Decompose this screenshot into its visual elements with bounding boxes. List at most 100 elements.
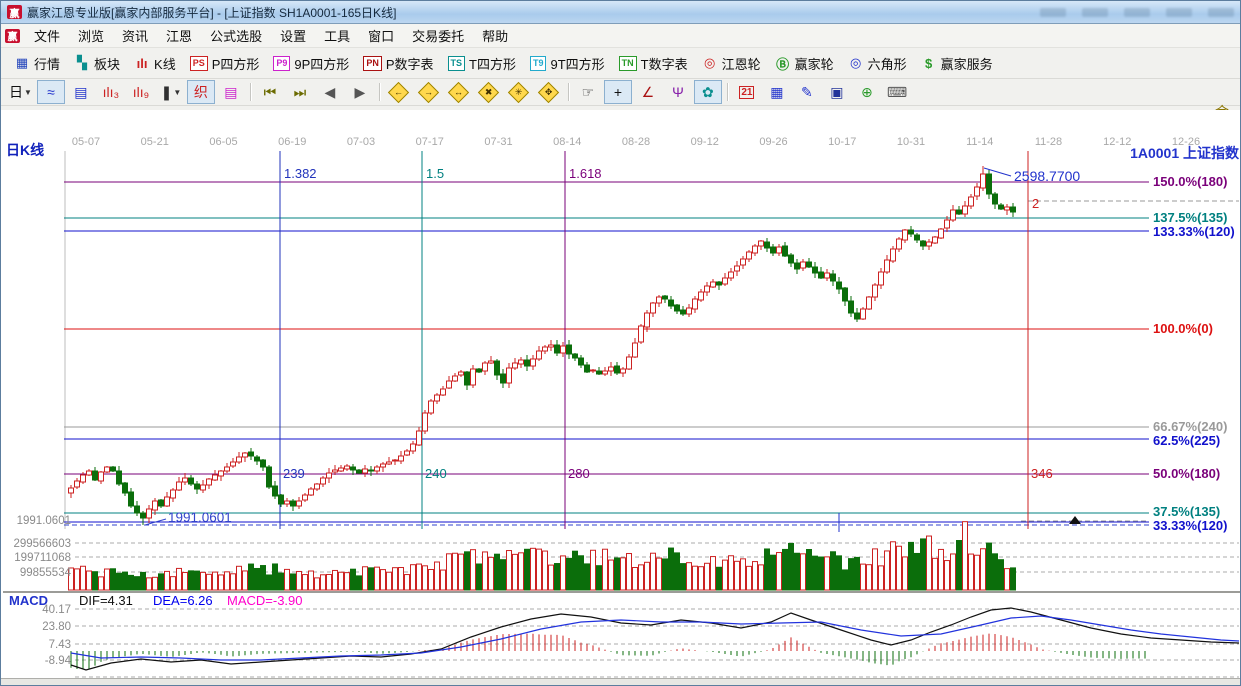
curve-mode-icon[interactable]: ≈	[37, 80, 65, 104]
macd-pane	[71, 608, 1239, 670]
sectors-button[interactable]: ▚板块	[67, 51, 127, 76]
candle-style-button[interactable]: ❚▼	[157, 80, 185, 104]
purple-tool-icon[interactable]: Ψ	[664, 80, 692, 104]
expand-h-icon[interactable]: ↔	[445, 80, 473, 104]
svg-text:346: 346	[1031, 466, 1053, 481]
gann-wheel-button[interactable]: ◎江恩轮	[695, 51, 768, 76]
bars-9day-icon[interactable]: ılı₉	[127, 80, 155, 104]
svg-text:239: 239	[283, 466, 305, 481]
web-icon[interactable]: ⊕	[853, 80, 881, 104]
9p-square-label: 9P四方形	[294, 54, 349, 73]
svg-text:2: 2	[1032, 196, 1039, 211]
svg-text:133.33%(120): 133.33%(120)	[1153, 224, 1235, 239]
app-logo-icon: 赢	[7, 5, 22, 19]
9p-square-button[interactable]: P99P四方形	[266, 51, 356, 76]
last-page-icon[interactable]: ⏭	[286, 80, 314, 104]
svg-text:05-07: 05-07	[72, 136, 100, 148]
t-number-table-button[interactable]: TNT数字表	[612, 51, 695, 76]
weave-icon[interactable]: 织	[187, 80, 215, 104]
calendar-icon[interactable]: 21	[733, 80, 761, 104]
market-quotes-button[interactable]: ▦行情	[7, 51, 67, 76]
svg-text:1.382: 1.382	[284, 166, 317, 181]
app-window: 赢 赢家江恩专业版[赢家内部服务平台] - [上证指数 SH1A0001-165…	[0, 0, 1241, 686]
profile-histogram-icon[interactable]: ▤	[217, 80, 245, 104]
menu-bar: 赢 文件浏览资讯江恩公式选股设置工具窗口交易委托帮助	[1, 24, 1240, 48]
menu-item-窗口[interactable]: 窗口	[359, 24, 403, 47]
menu-item-文件[interactable]: 文件	[25, 24, 69, 47]
svg-text:150.0%(180): 150.0%(180)	[1153, 174, 1227, 189]
titlebar-ghost-items	[1024, 8, 1234, 17]
market-quotes-label: 行情	[34, 54, 60, 73]
menu-item-资讯[interactable]: 资讯	[113, 24, 157, 47]
svg-text:-8.94: -8.94	[45, 655, 72, 667]
winner-service-icon: $	[921, 55, 937, 71]
menu-item-江恩[interactable]: 江恩	[157, 24, 201, 47]
svg-text:07-03: 07-03	[347, 136, 375, 148]
t-square-button[interactable]: TST四方形	[441, 51, 523, 76]
chart-area[interactable]: 05-0705-2106-0506-1907-0307-1707-3108-14…	[1, 110, 1241, 681]
titlebar: 赢 赢家江恩专业版[赢家内部服务平台] - [上证指数 SH1A0001-165…	[1, 1, 1240, 24]
sectors-label: 板块	[94, 54, 120, 73]
9t-square-button[interactable]: T99T四方形	[523, 51, 612, 76]
save-icon[interactable]: ▣	[823, 80, 851, 104]
svg-text:23.80: 23.80	[42, 621, 71, 633]
svg-text:06-19: 06-19	[278, 136, 306, 148]
hexagon-icon: ◎	[848, 55, 864, 71]
scribble-tool-icon[interactable]: ✿	[694, 80, 722, 104]
svg-text:05-21: 05-21	[141, 136, 169, 148]
svg-text:280: 280	[568, 466, 590, 481]
svg-text:199711068: 199711068	[14, 552, 71, 564]
menu-item-浏览[interactable]: 浏览	[69, 24, 113, 47]
notes-icon[interactable]: ✎	[793, 80, 821, 104]
svg-text:11-28: 11-28	[1035, 136, 1062, 148]
first-page-icon[interactable]: ⏮	[256, 80, 284, 104]
winner-service-button[interactable]: $赢家服务	[914, 51, 1000, 76]
status-bar	[1, 678, 1240, 685]
shift-left-icon[interactable]: ←	[385, 80, 413, 104]
compress-icon[interactable]: ✖	[475, 80, 503, 104]
winner-wheel-button[interactable]: Ⓑ赢家轮	[768, 51, 841, 76]
angle-measure-icon[interactable]: ∠	[634, 80, 662, 104]
svg-text:11-14: 11-14	[966, 136, 993, 148]
calculator-icon[interactable]: ▦	[763, 80, 791, 104]
period-day-button[interactable]: 日▼	[6, 80, 35, 104]
svg-text:1991.0601: 1991.0601	[17, 515, 71, 527]
shift-right-icon[interactable]: →	[415, 80, 443, 104]
svg-text:240: 240	[425, 466, 447, 481]
remote-pc-icon[interactable]: ⌨	[883, 80, 911, 104]
p-number-table-label: P数字表	[386, 54, 434, 73]
menu-item-交易委托[interactable]: 交易委托	[403, 24, 473, 47]
menu-item-工具[interactable]: 工具	[315, 24, 359, 47]
menu-item-帮助[interactable]: 帮助	[473, 24, 517, 47]
svg-text:33.33%(120): 33.33%(120)	[1153, 518, 1227, 533]
svg-text:1.5: 1.5	[426, 166, 444, 181]
svg-text:50.0%(180): 50.0%(180)	[1153, 466, 1220, 481]
window-title: 赢家江恩专业版[赢家内部服务平台] - [上证指数 SH1A0001-165日K…	[27, 4, 396, 21]
svg-text:137.5%(135): 137.5%(135)	[1153, 210, 1227, 225]
center-icon[interactable]: ✥	[535, 80, 563, 104]
sectors-icon: ▚	[74, 55, 90, 71]
gann-vlines: 1.3822391.52401.6182802346	[280, 151, 1053, 529]
p-square-button[interactable]: PSP四方形	[183, 51, 267, 76]
kline-icon: ılı	[134, 55, 150, 71]
menu-item-设置[interactable]: 设置	[271, 24, 315, 47]
hexagon-button[interactable]: ◎六角形	[841, 51, 914, 76]
gann-wheel-icon: ◎	[702, 55, 718, 71]
svg-text:1991.0601: 1991.0601	[168, 510, 232, 525]
svg-text:06-05: 06-05	[209, 136, 237, 148]
prev-icon[interactable]: ◀	[316, 80, 344, 104]
svg-text:日K线: 日K线	[6, 142, 44, 158]
market-quotes-icon: ▦	[14, 55, 30, 71]
info-panel-icon[interactable]: ▤	[67, 80, 95, 104]
p-number-table-button[interactable]: PN P数字表	[356, 51, 440, 76]
menu-item-公式选股[interactable]: 公式选股	[201, 24, 271, 47]
p-number-table-icon: PN	[363, 56, 382, 71]
pan-hand-icon[interactable]: ☞	[574, 80, 602, 104]
svg-text:37.5%(135): 37.5%(135)	[1153, 504, 1220, 519]
zoom-all-icon[interactable]: ✳	[505, 80, 533, 104]
next-icon[interactable]: ▶	[346, 80, 374, 104]
kline-button[interactable]: ılıK线	[127, 51, 183, 76]
crosshair-icon[interactable]: +	[604, 80, 632, 104]
bars-3day-icon[interactable]: ılı₃	[97, 80, 125, 104]
svg-text:08-28: 08-28	[622, 136, 650, 148]
